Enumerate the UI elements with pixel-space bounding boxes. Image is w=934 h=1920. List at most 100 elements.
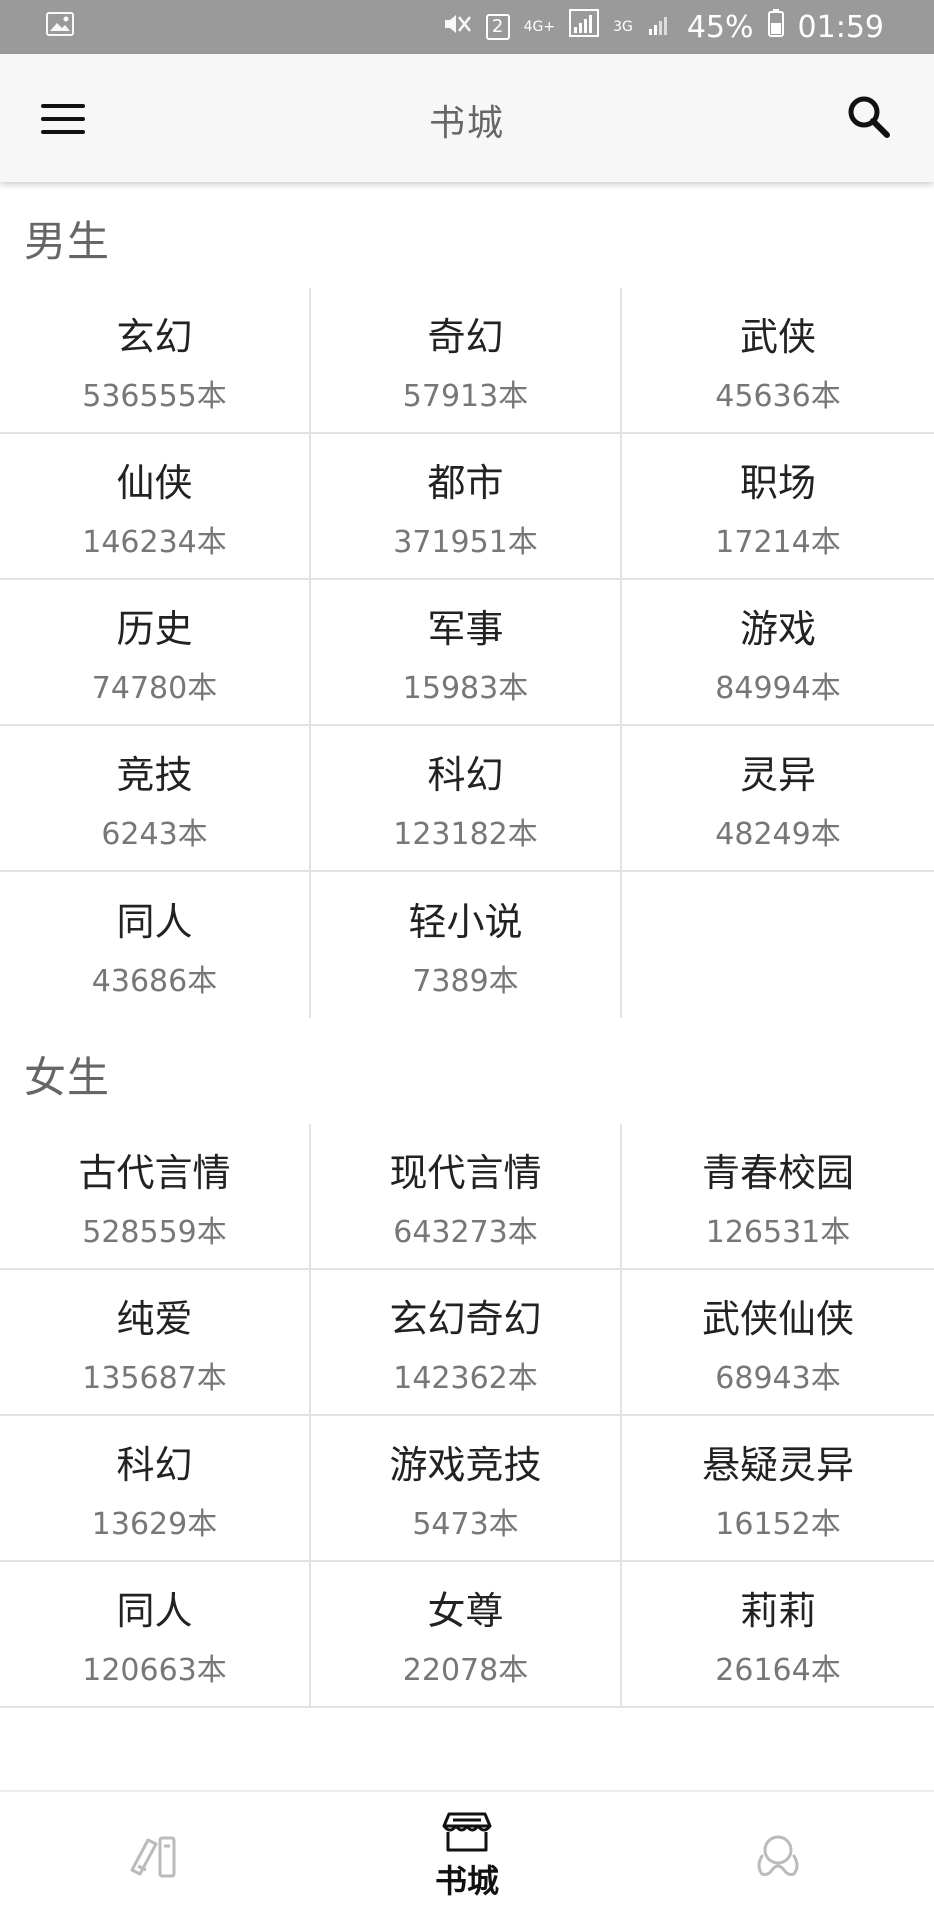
category-name: 游戏竞技	[389, 1442, 542, 1487]
category-name: 仙侠	[116, 460, 193, 505]
category-count: 123182本	[393, 816, 538, 852]
category-cell[interactable]: 莉莉 26164本	[622, 1562, 934, 1708]
category-count: 5473本	[412, 1506, 519, 1542]
nav-discover[interactable]	[623, 1792, 934, 1920]
category-cell[interactable]: 同人 120663本	[0, 1562, 311, 1708]
category-cell[interactable]: 科幻 13629本	[0, 1416, 311, 1562]
category-name: 青春校园	[701, 1150, 854, 1195]
category-name: 武侠	[739, 314, 816, 359]
category-count: 536555本	[82, 378, 227, 414]
empty-cell	[622, 872, 934, 1018]
category-cell[interactable]: 游戏 84994本	[622, 580, 934, 726]
category-cell[interactable]: 竞技 6243本	[0, 726, 311, 872]
category-name: 古代言情	[78, 1150, 231, 1195]
category-cell[interactable]: 游戏竞技 5473本	[311, 1416, 622, 1562]
category-count: 135687本	[82, 1360, 227, 1396]
category-count: 126531本	[705, 1214, 851, 1250]
sim-badge: 2	[485, 14, 510, 40]
category-name: 科幻	[427, 752, 504, 797]
category-name: 奇幻	[427, 314, 504, 359]
category-cell[interactable]: 仙侠 146234本	[0, 434, 311, 580]
category-name: 女尊	[427, 1588, 504, 1633]
category-name: 职场	[739, 460, 816, 505]
category-name: 灵异	[739, 752, 816, 797]
category-cell[interactable]: 玄幻奇幻 142362本	[311, 1270, 622, 1416]
category-count: 17214本	[715, 524, 841, 560]
category-name: 同人	[116, 899, 193, 944]
category-name: 玄幻	[116, 314, 193, 359]
category-content: 男生 玄幻 536555本 奇幻 57913本 武侠 45636本 仙侠 146234本…	[0, 182, 934, 1708]
category-cell[interactable]: 都市 371951本	[311, 434, 622, 580]
bookshelf-icon	[130, 1836, 176, 1878]
category-name: 轻小说	[408, 899, 523, 944]
category-cell[interactable]: 武侠仙侠 68943本	[622, 1270, 934, 1416]
category-name: 历史	[116, 606, 193, 651]
category-count: 142362本	[393, 1360, 538, 1396]
category-name: 军事	[427, 606, 504, 651]
signal-icon	[569, 9, 600, 45]
female-category-grid: 古代言情 528559本 现代言情 643273本 青春校园 126531本 纯爱 13…	[0, 1124, 934, 1708]
category-count: 57913本	[402, 378, 529, 414]
category-count: 84994本	[715, 670, 841, 706]
store-icon	[442, 1812, 492, 1852]
category-count: 74780本	[91, 670, 218, 706]
category-cell[interactable]: 女尊 22078本	[311, 1562, 622, 1708]
category-count: 43686本	[91, 963, 218, 999]
category-name: 都市	[427, 460, 504, 505]
status-right: 2 4G+ 3G 45% 01:59	[442, 9, 884, 45]
category-cell[interactable]: 纯爱 135687本	[0, 1270, 311, 1416]
category-name: 武侠仙侠	[701, 1296, 854, 1341]
nav-store[interactable]: 书城	[311, 1792, 622, 1920]
category-name: 悬疑灵异	[701, 1442, 854, 1487]
category-cell[interactable]: 古代言情 528559本	[0, 1124, 311, 1270]
category-name: 玄幻奇幻	[389, 1296, 542, 1341]
category-cell[interactable]: 灵异 48249本	[622, 726, 934, 872]
category-cell[interactable]: 历史 74780本	[0, 580, 311, 726]
battery-icon	[767, 9, 784, 45]
category-cell[interactable]: 现代言情 643273本	[311, 1124, 622, 1270]
category-name: 同人	[116, 1588, 193, 1633]
category-cell[interactable]: 科幻 123182本	[311, 726, 622, 872]
clock: 01:59	[797, 9, 884, 45]
category-count: 22078本	[402, 1652, 529, 1688]
category-cell[interactable]: 青春校园 126531本	[622, 1124, 934, 1270]
battery-percent: 45%	[686, 9, 754, 45]
category-name: 纯爱	[116, 1296, 193, 1341]
category-cell[interactable]: 悬疑灵异 16152本	[622, 1416, 934, 1562]
category-name: 科幻	[116, 1442, 193, 1487]
category-count: 6243本	[101, 816, 208, 852]
category-count: 13629本	[91, 1506, 218, 1542]
category-name: 莉莉	[739, 1588, 816, 1633]
category-count: 15983本	[402, 670, 529, 706]
category-count: 7389本	[412, 963, 519, 999]
category-count: 120663本	[82, 1652, 227, 1688]
bottom-nav: 书城	[0, 1790, 934, 1920]
search-button[interactable]	[840, 88, 900, 148]
category-count: 146234本	[82, 524, 227, 560]
category-cell[interactable]: 玄幻 536555本	[0, 288, 311, 434]
category-count: 45636本	[715, 378, 841, 414]
category-cell[interactable]: 职场 17214本	[622, 434, 934, 580]
category-cell[interactable]: 奇幻 57913本	[311, 288, 622, 434]
category-count: 26164本	[715, 1652, 841, 1688]
nav-store-label: 书城	[434, 1862, 499, 1900]
category-cell[interactable]: 同人 43686本	[0, 872, 311, 1018]
category-count: 16152本	[715, 1506, 841, 1542]
status-bar: 2 4G+ 3G 45% 01:59	[0, 0, 934, 54]
discover-icon	[757, 1835, 799, 1876]
mute-icon	[442, 11, 472, 43]
category-count: 528559本	[82, 1214, 227, 1250]
section-title-female: 女生	[24, 1053, 111, 1102]
category-count: 68943本	[715, 1360, 841, 1396]
category-count: 48249本	[715, 816, 841, 852]
category-cell[interactable]: 武侠 45636本	[622, 288, 934, 434]
page-title: 书城	[428, 103, 505, 144]
gallery-notification-icon	[46, 12, 74, 42]
signal-2-icon	[647, 10, 673, 45]
category-cell[interactable]: 军事 15983本	[311, 580, 622, 726]
category-cell[interactable]: 轻小说 7389本	[311, 872, 622, 1018]
search-icon	[848, 96, 890, 138]
app-bar: 书城	[0, 54, 934, 182]
nav-bookshelf[interactable]	[0, 1792, 311, 1920]
category-name: 竞技	[116, 752, 193, 797]
